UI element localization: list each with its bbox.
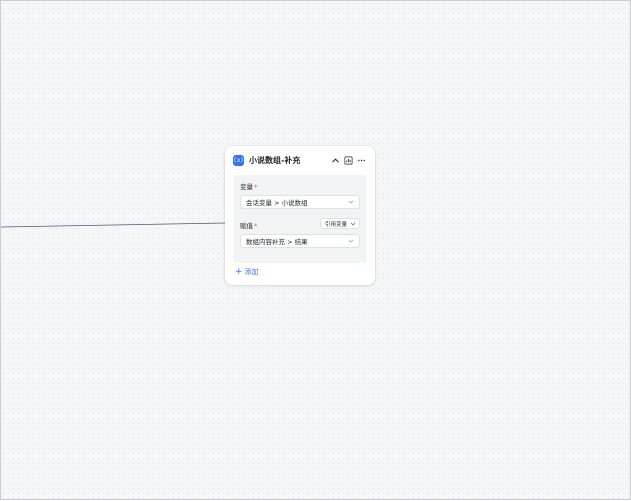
assign-mode-value: 引用变量 (324, 221, 347, 228)
assign-mode-select[interactable]: 引用变量 (319, 218, 360, 229)
chart-icon[interactable] (343, 155, 354, 166)
chevron-down-icon (350, 222, 356, 225)
assign-label: 赋值* (240, 222, 258, 230)
assign-select-value: 数组内容补充 > 结果 (246, 238, 308, 246)
variable-select-value: 会话变量 > 小说数组 (246, 199, 308, 207)
workflow-canvas[interactable]: (x) 小说数组-补充 变量* 会话变量 > 小说数组 赋值* 引用变量 数组内… (0, 0, 631, 500)
node-body: 变量* 会话变量 > 小说数组 赋值* 引用变量 数组内容补充 > 结果 (233, 175, 367, 263)
chevron-down-icon (348, 239, 354, 243)
required-mark: * (254, 183, 258, 191)
required-mark: * (254, 222, 258, 230)
add-button[interactable]: + 添加 (235, 267, 259, 277)
chevron-up-icon[interactable] (330, 155, 341, 166)
chevron-down-icon (348, 200, 354, 204)
variable-select[interactable]: 会话变量 > 小说数组 (240, 195, 360, 209)
add-button-label: 添加 (244, 268, 259, 276)
more-icon[interactable] (356, 155, 367, 166)
variable-icon: (x) (233, 155, 244, 166)
variable-assign-node[interactable]: (x) 小说数组-补充 变量* 会话变量 > 小说数组 赋值* 引用变量 数组内… (225, 146, 375, 285)
node-header: (x) 小说数组-补充 (233, 154, 367, 167)
plus-icon: + (235, 267, 243, 277)
assign-select[interactable]: 数组内容补充 > 结果 (240, 234, 360, 248)
variable-label: 变量* (240, 183, 258, 191)
node-title[interactable]: 小说数组-补充 (249, 155, 328, 166)
